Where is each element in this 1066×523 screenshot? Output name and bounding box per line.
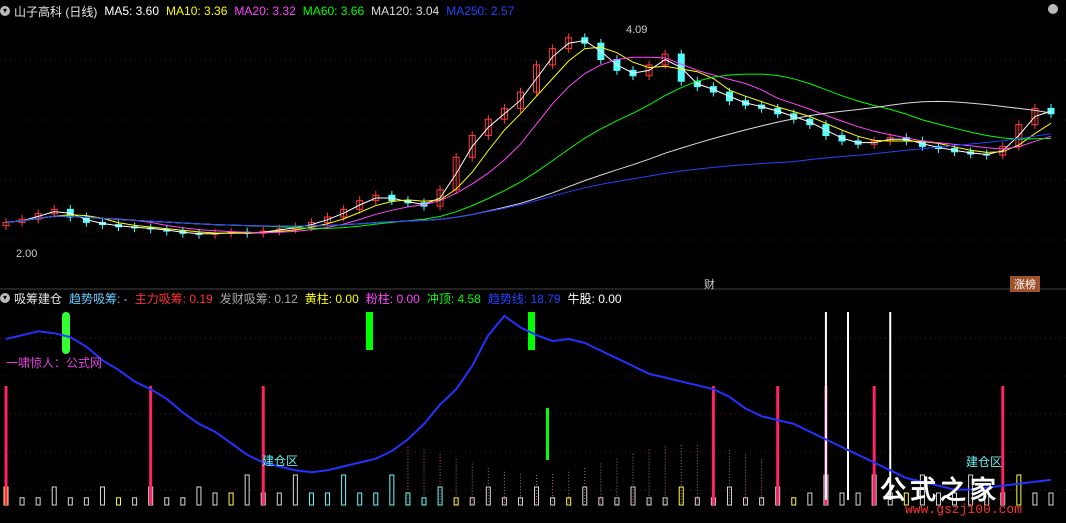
sub-volume-bar xyxy=(839,492,845,506)
sub-volume-bar xyxy=(1048,492,1054,506)
main-chart-title: 山子高科 (日线) xyxy=(14,4,98,19)
stock-chart-svg xyxy=(0,33,1066,506)
ma-line-ma120 xyxy=(5,100,1052,227)
sub-volume-bar xyxy=(276,492,282,506)
ma-line-ma20 xyxy=(5,56,1052,234)
sub-volume-bar xyxy=(164,497,170,506)
sub-volume-bar xyxy=(807,492,813,506)
chongding-label: 冲顶: 4.58 xyxy=(426,291,481,306)
fcxc-label: 发财吸筹: 0.12 xyxy=(219,291,298,306)
watermark-url: www.gszj100.com xyxy=(905,502,1023,517)
low-price-marker: 2.00 xyxy=(16,248,38,260)
green-marker-column xyxy=(62,312,70,354)
sub-volume-bar xyxy=(116,497,122,506)
finance-event-tag[interactable]: 财 xyxy=(700,276,719,292)
pink-signal-bar xyxy=(711,386,715,505)
ma10-label: MA10: 3.36 xyxy=(166,4,228,18)
qsxc-label: 趋势吸筹: - xyxy=(69,291,128,306)
sub-volume-bar xyxy=(308,492,314,506)
sub-volume-bar xyxy=(743,497,749,506)
sub-volume-bar xyxy=(19,497,25,506)
indicator-settings-icon[interactable]: ▾ xyxy=(0,293,10,303)
ma5-label: MA5: 3.60 xyxy=(104,4,160,18)
pink-signal-bar xyxy=(1001,386,1005,505)
main-legend: ▾ 山子高科 (日线) MA5: 3.60 MA10: 3.36 MA20: 3… xyxy=(0,2,1066,20)
sub-volume-bar xyxy=(791,497,797,506)
limit-up-list-tag[interactable]: 涨榜 xyxy=(1010,276,1040,292)
pink-signal-bar xyxy=(261,386,265,505)
pink-signal-bar xyxy=(776,386,780,505)
ma120-label: MA120: 3.04 xyxy=(371,4,440,18)
settings-icon[interactable]: ▾ xyxy=(0,6,10,16)
huangzhu-label: 黄柱: 0.00 xyxy=(304,291,359,306)
sub-volume-bar xyxy=(67,497,73,506)
sub-volume-bar xyxy=(228,492,234,506)
window-menu-icon[interactable] xyxy=(1048,4,1058,14)
sub-volume-bar xyxy=(35,497,41,506)
sub-volume-bar xyxy=(180,497,186,506)
sub-volume-bar xyxy=(469,497,475,506)
sub-volume-bar xyxy=(212,492,218,506)
sub-volume-bar xyxy=(325,492,331,506)
pink-signal-bar xyxy=(872,386,876,505)
sub-volume-bar xyxy=(83,497,89,506)
sub-legend: ▾ 吸筹建仓 趋势吸筹: - 主力吸筹: 0.19 发财吸筹: 0.12 黄柱:… xyxy=(0,289,1066,307)
qushixian-label: 趋势线: 18.79 xyxy=(487,291,561,306)
accumulation-zone-label-2: 建仓区 xyxy=(966,455,1003,469)
pink-signal-bar xyxy=(4,386,8,505)
green-signal-bar xyxy=(366,312,373,350)
sub-volume-bar xyxy=(598,497,604,506)
ma20-label: MA20: 3.32 xyxy=(234,4,296,18)
sub-volume-bar xyxy=(1032,492,1038,506)
zlxc-label: 主力吸筹: 0.19 xyxy=(134,291,213,306)
chart-root: ▾ 山子高科 (日线) MA5: 3.60 MA10: 3.36 MA20: 3… xyxy=(0,0,1066,523)
sub-volume-bar xyxy=(855,492,861,506)
fenzhu-label: 粉柱: 0.00 xyxy=(365,291,420,306)
ma-line-ma10 xyxy=(5,46,1052,234)
sub-volume-bar xyxy=(357,492,363,506)
signal-text-yixiao: 一啸惊人：公式网 xyxy=(6,356,103,370)
indicator-title: 吸筹建仓 xyxy=(14,291,63,306)
sub-volume-bar xyxy=(694,497,700,506)
ma60-label: MA60: 3.66 xyxy=(302,4,365,18)
high-price-marker: 4.09 xyxy=(626,24,648,36)
ma-line-ma250 xyxy=(5,133,1052,227)
sub-volume-bar xyxy=(132,497,138,506)
ma-line-ma5 xyxy=(5,39,1052,235)
pink-signal-bar xyxy=(149,386,153,505)
ma250-label: MA250: 2.57 xyxy=(446,4,515,18)
green-signal-bar xyxy=(546,408,549,460)
niugu-label: 牛股: 0.00 xyxy=(567,291,622,306)
sub-volume-bar xyxy=(373,492,379,506)
sub-volume-bar xyxy=(99,486,105,506)
accumulation-zone-label: 建仓区 xyxy=(262,454,299,468)
